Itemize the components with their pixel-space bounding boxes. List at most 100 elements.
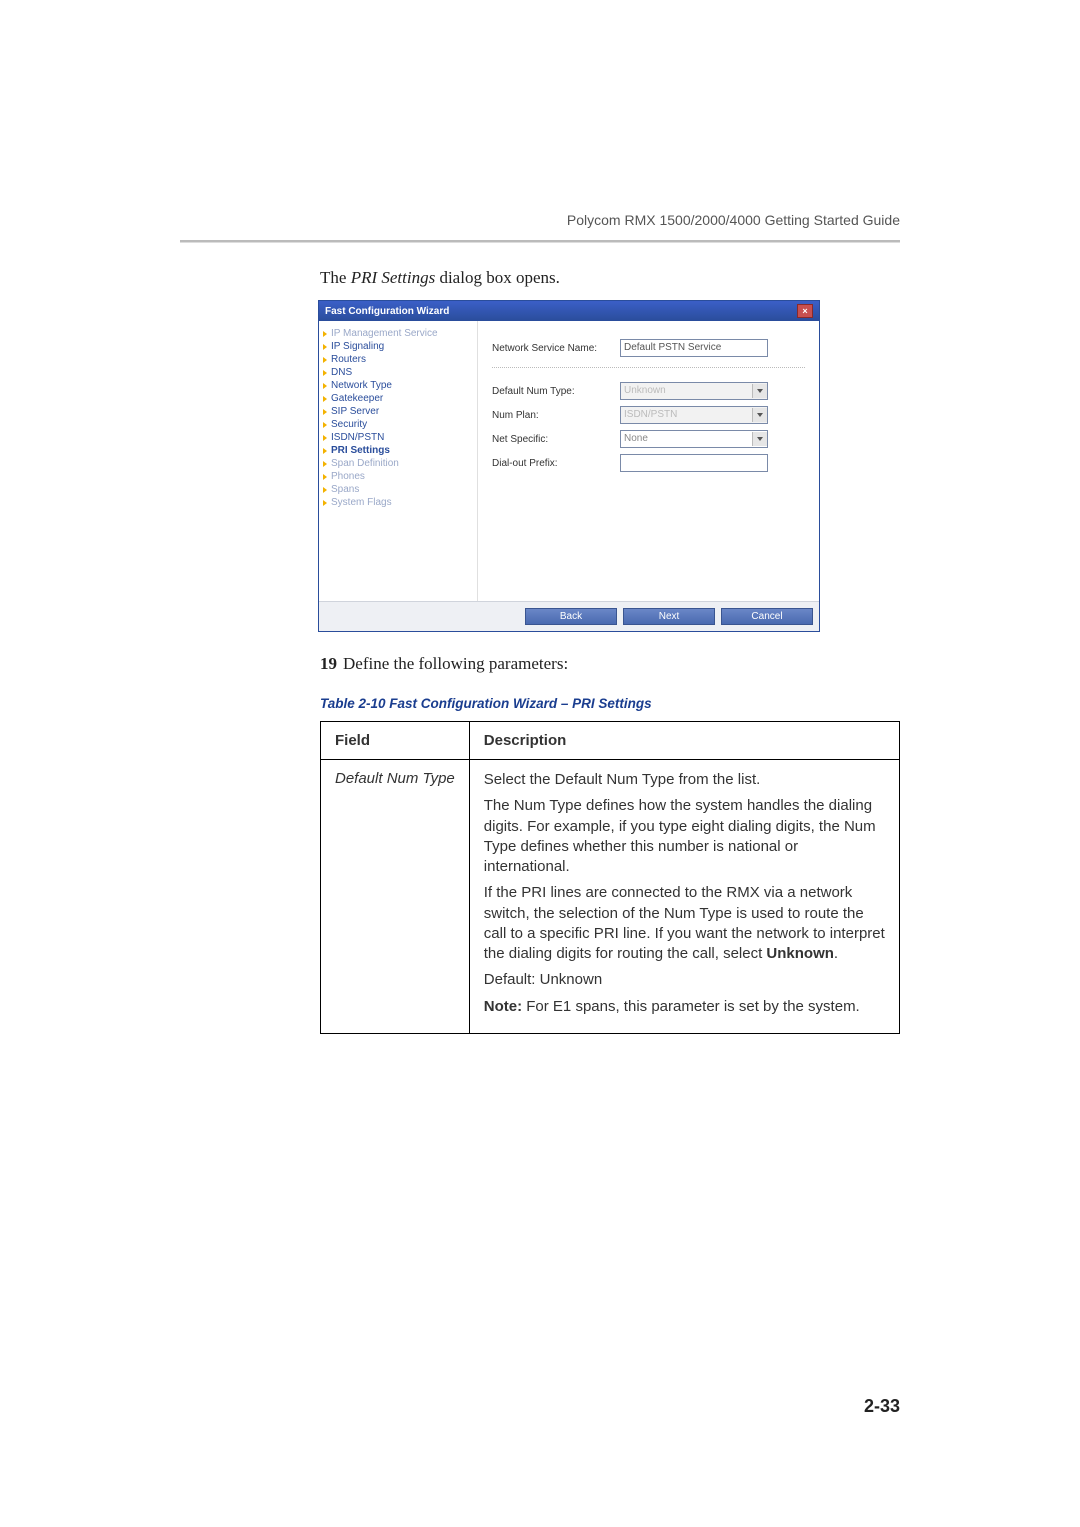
wizard-nav: IP Management Service IP Signaling Route…: [319, 321, 478, 601]
row-net-specific: Net Specific: None: [492, 430, 805, 448]
input-dialout-prefix[interactable]: [620, 454, 768, 472]
chevron-right-icon: [323, 396, 327, 402]
desc-p4: Default: Unknown: [484, 970, 885, 990]
table-header-row: Field Description: [321, 722, 900, 760]
desc-bold: Unknown: [766, 945, 834, 962]
desc-p2: The Num Type defines how the system hand…: [484, 796, 885, 877]
row-dialout-prefix: Dial-out Prefix:: [492, 454, 805, 472]
chevron-down-icon: [752, 384, 767, 398]
chevron-right-icon: [323, 383, 327, 389]
dialog-body: IP Management Service IP Signaling Route…: [319, 321, 819, 601]
label-default-num-type: Default Num Type:: [492, 386, 612, 397]
nav-gatekeeper[interactable]: Gatekeeper: [323, 392, 473, 405]
nav-ip-signaling[interactable]: IP Signaling: [323, 340, 473, 353]
page-number: 2-33: [864, 1396, 900, 1417]
nav-label: Spans: [331, 484, 359, 495]
table-row: Default Num Type Select the Default Num …: [321, 760, 900, 1034]
select-value: Unknown: [624, 383, 666, 399]
select-value: None: [624, 431, 648, 447]
label-net-specific: Net Specific:: [492, 434, 612, 445]
nav-label: DNS: [331, 367, 352, 378]
caption-prefix: Table 2-10: [320, 696, 386, 711]
nav-label: IP Signaling: [331, 341, 384, 352]
back-button[interactable]: Back: [525, 608, 617, 625]
row-service-name: Network Service Name: Default PSTN Servi…: [492, 339, 805, 357]
select-default-num-type[interactable]: Unknown: [620, 382, 768, 400]
nav-routers[interactable]: Routers: [323, 353, 473, 366]
chevron-right-icon: [323, 357, 327, 363]
nav-label: Phones: [331, 471, 365, 482]
nav-label: SIP Server: [331, 406, 379, 417]
dialog-titlebar: Fast Configuration Wizard ×: [319, 301, 819, 321]
nav-ip-mgmt[interactable]: IP Management Service: [323, 327, 473, 340]
nav-label: Network Type: [331, 380, 392, 391]
intro-sentence: The PRI Settings dialog box opens.: [320, 268, 900, 288]
nav-phones[interactable]: Phones: [323, 470, 473, 483]
label-num-plan: Num Plan:: [492, 410, 612, 421]
caption-rest: Fast Configuration Wizard – PRI Settings: [386, 696, 652, 711]
chevron-down-icon: [752, 432, 767, 446]
document-page: Polycom RMX 1500/2000/4000 Getting Start…: [0, 0, 1080, 1527]
chevron-right-icon: [323, 461, 327, 467]
pri-settings-dialog: Fast Configuration Wizard × IP Managemen…: [318, 300, 820, 632]
header-rule: [180, 240, 900, 243]
nav-label: PRI Settings: [331, 445, 390, 456]
nav-label: Security: [331, 419, 367, 430]
separator: [492, 367, 805, 368]
chevron-right-icon: [323, 344, 327, 350]
nav-pri-settings[interactable]: PRI Settings: [323, 444, 473, 457]
next-button[interactable]: Next: [623, 608, 715, 625]
nav-network-type[interactable]: Network Type: [323, 379, 473, 392]
input-service-name[interactable]: Default PSTN Service: [620, 339, 768, 357]
intro-suffix: dialog box opens.: [435, 268, 560, 287]
chevron-right-icon: [323, 448, 327, 454]
nav-span-definition[interactable]: Span Definition: [323, 457, 473, 470]
col-description: Description: [469, 722, 899, 760]
desc-p5: Note: For E1 spans, this parameter is se…: [484, 997, 885, 1017]
label-service-name: Network Service Name:: [492, 343, 612, 354]
row-default-num-type: Default Num Type: Unknown: [492, 382, 805, 400]
nav-isdn-pstn[interactable]: ISDN/PSTN: [323, 431, 473, 444]
running-header: Polycom RMX 1500/2000/4000 Getting Start…: [567, 212, 900, 228]
chevron-down-icon: [752, 408, 767, 422]
table-caption: Table 2-10 Fast Configuration Wizard – P…: [320, 696, 900, 711]
select-net-specific[interactable]: None: [620, 430, 768, 448]
chevron-right-icon: [323, 487, 327, 493]
dialog-form: Network Service Name: Default PSTN Servi…: [478, 321, 819, 601]
nav-spans[interactable]: Spans: [323, 483, 473, 496]
desc-p1: Select the Default Num Type from the lis…: [484, 770, 885, 790]
nav-dns[interactable]: DNS: [323, 366, 473, 379]
chevron-right-icon: [323, 500, 327, 506]
select-value: ISDN/PSTN: [624, 407, 677, 423]
dialog-title-text: Fast Configuration Wizard: [325, 306, 449, 317]
step-text: Define the following parameters:: [343, 654, 568, 673]
desc-p3: If the PRI lines are connected to the RM…: [484, 883, 885, 964]
chevron-right-icon: [323, 435, 327, 441]
step-number: 19: [320, 654, 337, 673]
dialog-footer: Back Next Cancel: [319, 601, 819, 631]
nav-label: ISDN/PSTN: [331, 432, 384, 443]
desc-span: For E1 spans, this parameter is set by t…: [522, 998, 860, 1015]
intro-italic: PRI Settings: [351, 268, 436, 287]
nav-label: Gatekeeper: [331, 393, 383, 404]
chevron-right-icon: [323, 370, 327, 376]
nav-label: Span Definition: [331, 458, 399, 469]
close-icon[interactable]: ×: [797, 304, 813, 318]
chevron-right-icon: [323, 331, 327, 337]
desc-note-label: Note:: [484, 998, 522, 1015]
row-num-plan: Num Plan: ISDN/PSTN: [492, 406, 805, 424]
nav-system-flags[interactable]: System Flags: [323, 496, 473, 509]
nav-label: Routers: [331, 354, 366, 365]
desc-span: .: [834, 945, 838, 962]
chevron-right-icon: [323, 474, 327, 480]
nav-label: IP Management Service: [331, 328, 438, 339]
chevron-right-icon: [323, 422, 327, 428]
select-num-plan[interactable]: ISDN/PSTN: [620, 406, 768, 424]
cell-field: Default Num Type: [321, 760, 470, 1034]
col-field: Field: [321, 722, 470, 760]
nav-sip-server[interactable]: SIP Server: [323, 405, 473, 418]
intro-prefix: The: [320, 268, 351, 287]
nav-security[interactable]: Security: [323, 418, 473, 431]
chevron-right-icon: [323, 409, 327, 415]
cancel-button[interactable]: Cancel: [721, 608, 813, 625]
